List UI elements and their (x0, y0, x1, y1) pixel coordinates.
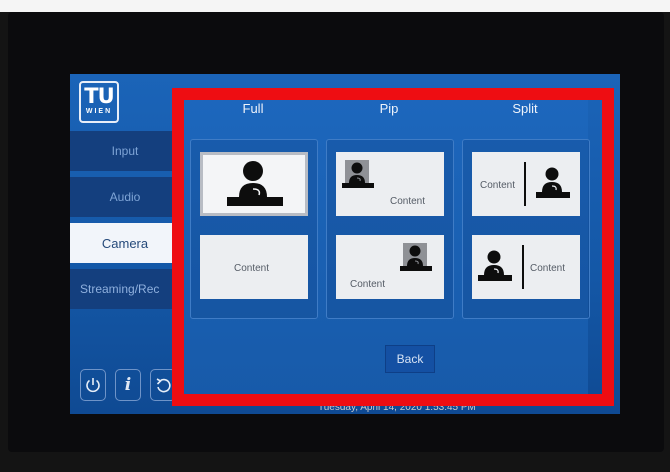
power-button[interactable] (80, 369, 106, 401)
logo-text-bottom: WIEN (85, 108, 113, 115)
touch-screen: TU WIEN Input Audio Camera Streaming/Rec… (70, 74, 620, 414)
tile-content-label: Content (234, 263, 270, 274)
presenter-thumbnail-icon (342, 160, 374, 188)
layout-split-content-right[interactable]: Content (472, 235, 580, 299)
layout-full-presenter[interactable] (200, 152, 308, 216)
layout-full-content[interactable]: Content (200, 235, 308, 299)
sidebar-item-audio[interactable]: Audio (70, 177, 180, 217)
split-divider (522, 245, 524, 289)
tu-wien-logo: TU WIEN (79, 81, 119, 123)
camera-layout-dialog: Full Pip Split Content Content Content C… (178, 89, 590, 401)
column-title-split: Split (512, 101, 538, 116)
layout-split-content-left[interactable]: Content (472, 152, 580, 216)
layout-group-pip: Content Content (326, 139, 454, 319)
undo-button[interactable] (150, 369, 176, 401)
layout-pip-presenter-top-right[interactable]: Content (336, 235, 444, 299)
split-divider (524, 162, 526, 206)
presenter-thumbnail-icon (400, 243, 432, 271)
info-icon: i (124, 375, 132, 395)
presenter-icon (227, 161, 283, 206)
tile-content-label: Content (390, 196, 426, 207)
sidebar-item-camera[interactable]: Camera (70, 223, 180, 263)
tile-content-label: Content (350, 279, 386, 290)
column-title-pip: Pip (379, 101, 399, 116)
undo-icon (156, 378, 171, 393)
back-button[interactable]: Back (385, 345, 435, 373)
sidebar-item-input[interactable]: Input (70, 131, 180, 171)
layout-pip-presenter-top-left[interactable]: Content (336, 152, 444, 216)
tile-content-label: Content (480, 180, 516, 191)
presenter-icon (536, 167, 570, 198)
presenter-icon (478, 250, 512, 281)
power-icon (86, 378, 100, 393)
wall-background (0, 0, 670, 12)
info-button[interactable]: i (115, 369, 141, 401)
sidebar-item-streaming-rec[interactable]: Streaming/Rec (70, 269, 180, 309)
status-datetime: Tuesday, April 14, 2020 1:53:45 PM (318, 402, 476, 413)
tile-content-label: Content (530, 263, 566, 274)
layout-group-split: Content Content (462, 139, 590, 319)
layout-group-full: Content (190, 139, 318, 319)
column-title-full: Full (242, 101, 264, 116)
logo-text-top: TU (84, 84, 114, 108)
